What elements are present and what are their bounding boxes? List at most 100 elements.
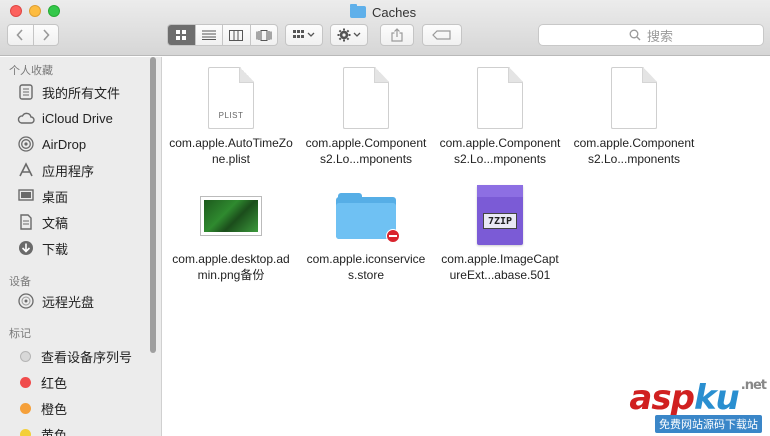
minimize-button[interactable]	[29, 5, 41, 17]
cloud-icon	[17, 109, 35, 127]
sidebar-item-label: 文稿	[42, 215, 69, 231]
sidebar-item-documents[interactable]: 文稿	[17, 211, 68, 233]
sidebar: 个人收藏 我的所有文件 iCloud Drive AirDrop 应用程序 桌面…	[0, 57, 162, 436]
list-view-icon	[201, 30, 216, 40]
sidebar-item-label: 我的所有文件	[42, 85, 121, 101]
disc-icon	[17, 292, 35, 310]
column-view-button[interactable]	[222, 25, 250, 45]
sidebar-item-label: 桌面	[42, 189, 69, 205]
file-thumbnail: PLIST	[166, 61, 296, 129]
window-title-text: Caches	[372, 4, 417, 20]
file-type-badge: PLIST	[218, 111, 244, 120]
image-file-icon	[201, 197, 261, 235]
tag-color-dot	[20, 402, 31, 414]
file-name: com.apple.Components2.Lo...mponents	[305, 136, 427, 166]
file-item[interactable]: PLIST com.apple.AutoTimeZone.plist	[166, 61, 296, 167]
chevron-right-icon	[43, 29, 50, 41]
tag-color-dot	[20, 376, 31, 388]
sidebar-item-label: iCloud Drive	[42, 110, 113, 126]
applications-icon	[17, 161, 35, 179]
file-item[interactable]: com.apple.Components2.Lo...mponents	[569, 61, 699, 167]
sidebar-item-applications[interactable]: 应用程序	[17, 159, 94, 181]
sidebar-item-all-files[interactable]: 我的所有文件	[17, 81, 120, 103]
action-button[interactable]	[330, 24, 368, 46]
all-files-icon	[17, 83, 35, 101]
file-item[interactable]: com.apple.desktop.admin.png备份	[166, 177, 296, 283]
airdrop-icon	[17, 135, 35, 153]
no-access-badge-icon	[386, 229, 400, 243]
share-button[interactable]	[380, 24, 414, 46]
arrange-button[interactable]	[285, 24, 323, 46]
sidebar-item-airdrop[interactable]: AirDrop	[17, 133, 86, 155]
column-view-icon	[229, 29, 244, 41]
search-icon	[629, 29, 641, 41]
file-type-badge: 7ZIP	[483, 213, 517, 229]
sidebar-item-label: 下载	[42, 241, 69, 257]
grid-arrange-icon	[293, 30, 315, 38]
sidebar-item-tag-serial[interactable]: 查看设备序列号	[17, 345, 132, 367]
sidebar-item-downloads[interactable]: 下载	[17, 237, 68, 259]
view-mode-group	[167, 24, 278, 46]
devices-header: 设备	[9, 276, 31, 288]
favorites-header: 个人收藏	[9, 65, 53, 77]
file-thumbnail	[166, 177, 296, 245]
icon-view-icon	[176, 30, 187, 40]
nav-button-group	[7, 24, 59, 46]
forward-button[interactable]	[32, 25, 59, 45]
file-item[interactable]: com.apple.iconservices.store	[301, 177, 431, 283]
file-thumbnail	[435, 61, 565, 129]
file-item[interactable]: com.apple.Components2.Lo...mponents	[301, 61, 431, 167]
document-file-icon	[343, 67, 389, 129]
sidebar-item-desktop[interactable]: 桌面	[17, 185, 68, 207]
gear-icon	[337, 28, 361, 42]
archive-file-icon: 7ZIP	[477, 185, 523, 245]
file-thumbnail: 7ZIP	[435, 177, 565, 245]
folder-icon	[350, 4, 366, 18]
sidebar-item-tag-red[interactable]: 红色	[17, 371, 67, 393]
tag-button[interactable]	[422, 24, 462, 46]
tag-icon	[432, 30, 451, 40]
file-name: com.apple.Components2.Lo...mponents	[573, 136, 695, 166]
icon-view-button[interactable]	[168, 25, 195, 45]
file-thumbnail	[301, 177, 431, 245]
sidebar-item-tag-orange[interactable]: 橙色	[17, 397, 67, 419]
plist-file-icon: PLIST	[208, 67, 254, 129]
sidebar-item-label: 黄色	[41, 427, 68, 436]
file-name: com.apple.ImageCaptureExt...abase.501	[441, 252, 559, 282]
file-name: com.apple.desktop.admin.png备份	[172, 252, 290, 282]
share-icon	[391, 28, 403, 42]
window-title: Caches	[350, 3, 416, 21]
file-name: com.apple.AutoTimeZone.plist	[169, 136, 293, 166]
sidebar-scrollbar[interactable]	[150, 57, 156, 353]
file-grid: PLIST com.apple.AutoTimeZone.plist com.a…	[163, 57, 770, 436]
sidebar-item-label: 远程光盘	[42, 294, 95, 310]
file-item[interactable]: 7ZIP com.apple.ImageCaptureExt...abase.5…	[435, 177, 565, 283]
back-button[interactable]	[8, 25, 33, 45]
title-bar: Caches 搜索	[0, 0, 770, 56]
sidebar-item-tag-yellow[interactable]: 黄色	[17, 423, 67, 436]
cover-flow-button[interactable]	[249, 25, 278, 45]
document-file-icon	[611, 67, 657, 129]
file-name: com.apple.Components2.Lo...mponents	[439, 136, 561, 166]
download-icon	[17, 239, 35, 257]
sidebar-item-label: 查看设备序列号	[41, 349, 133, 365]
tags-header: 标记	[9, 328, 31, 340]
zoom-button[interactable]	[48, 5, 60, 17]
search-placeholder: 搜索	[646, 28, 673, 44]
file-thumbnail	[569, 61, 699, 129]
file-item[interactable]: com.apple.Components2.Lo...mponents	[435, 61, 565, 167]
document-icon	[17, 213, 35, 231]
list-view-button[interactable]	[194, 25, 223, 45]
folder-icon	[336, 193, 400, 243]
sidebar-item-label: 红色	[41, 375, 68, 391]
file-thumbnail	[301, 61, 431, 129]
sidebar-item-remote-disc[interactable]: 远程光盘	[17, 290, 94, 312]
sidebar-item-icloud[interactable]: iCloud Drive	[17, 107, 113, 129]
chevron-left-icon	[16, 29, 23, 41]
tag-color-dot	[20, 350, 31, 362]
watermark-subtitle: 免费网站源码下载站	[655, 415, 762, 433]
search-field[interactable]: 搜索	[538, 24, 764, 46]
close-button[interactable]	[10, 5, 22, 17]
file-name: com.apple.iconservices.store	[306, 252, 426, 282]
desktop-icon	[17, 187, 35, 205]
